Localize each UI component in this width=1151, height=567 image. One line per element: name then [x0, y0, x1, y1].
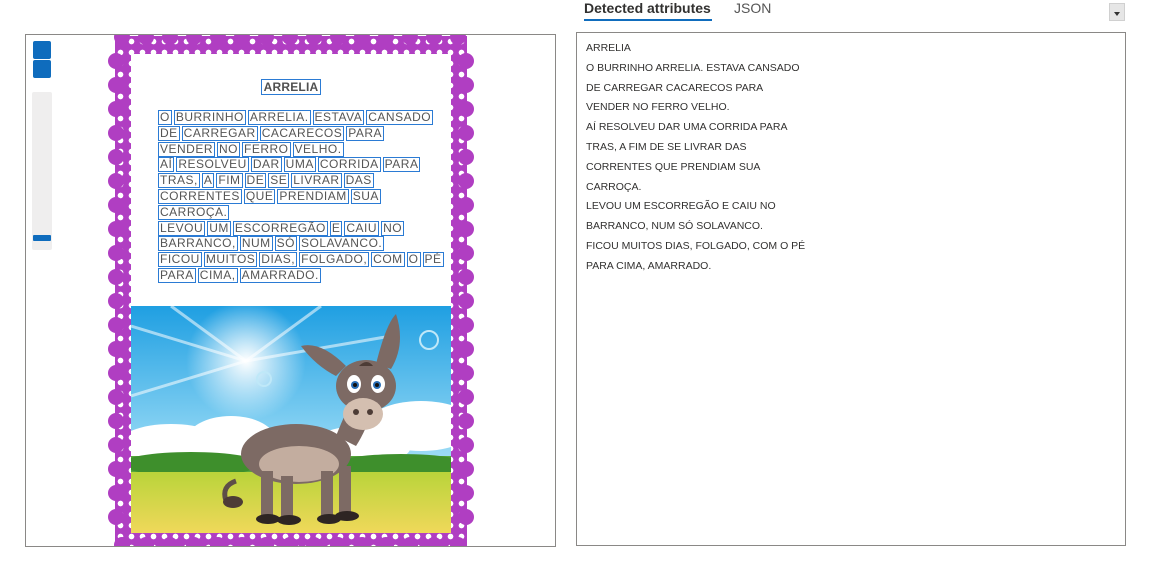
tab-detected-attributes[interactable]: Detected attributes: [584, 0, 711, 16]
detected-word-box[interactable]: FERRO: [242, 141, 291, 157]
detected-word-box[interactable]: BURRINHO: [173, 110, 246, 125]
result-text-line: TRAS, A FIM DE SE LIVRAR DAS: [586, 141, 747, 153]
detected-word-box[interactable]: MUITOS: [203, 252, 258, 268]
detected-word-box[interactable]: A: [201, 173, 215, 189]
detected-word-box[interactable]: TRAS,: [158, 173, 200, 189]
detected-line: PARA CIMA, AMARRADO.: [158, 268, 323, 283]
result-text-line: ARRELIA: [586, 42, 631, 54]
detected-word-box[interactable]: CORRIDA: [317, 157, 381, 173]
detected-word-box[interactable]: AÍ: [158, 157, 175, 173]
detected-word-box[interactable]: CARREGAR: [181, 125, 258, 141]
result-text-line: AÍ RESOLVEU DAR UMA CORRIDA PARA: [586, 121, 788, 134]
detected-word-box[interactable]: ESCORREGÃO: [232, 220, 328, 236]
detected-word-box[interactable]: VENDER: [158, 141, 216, 157]
detected-word-box[interactable]: UM: [207, 220, 231, 236]
result-text-line: O BURRINHO ARRELIA. ESTAVA CANSADO: [586, 61, 800, 74]
detected-word-box[interactable]: CANSADO: [366, 110, 434, 125]
result-text-line: VENDER NO FERRO VELHO.: [586, 101, 730, 114]
detected-word-box[interactable]: PÉ: [422, 252, 444, 268]
detected-line: FICOU MUITOS DIAS, FOLGADO, COM O PÉ: [158, 252, 446, 268]
detected-word-box[interactable]: QUE: [243, 189, 276, 204]
detected-word-box[interactable]: SÓ: [274, 236, 298, 252]
zoom-out-button[interactable]: [33, 60, 51, 78]
detected-word-box[interactable]: E: [329, 220, 343, 236]
detected-word-box[interactable]: NO: [217, 141, 241, 157]
image-viewer[interactable]: ARRELIA O BURRINHO ARRELIA. ESTAVA CANSADO DE…: [25, 34, 556, 547]
document-image: ARRELIA O BURRINHO ARRELIA. ESTAVA CANSADO DE…: [108, 35, 474, 546]
detected-word-box[interactable]: FOLGADO,: [299, 252, 370, 268]
detected-word-box[interactable]: SOLAVANCO.: [299, 236, 385, 252]
detected-line: VENDER NO FERRO VELHO.: [158, 141, 346, 157]
detected-word-box[interactable]: PRENDIAM: [277, 189, 349, 204]
result-text-line: LEVOU UM ESCORREGÃO E CAIU NO: [586, 200, 776, 213]
detected-word-box[interactable]: COM: [371, 252, 405, 268]
tab-menu-button[interactable]: [1109, 3, 1125, 21]
result-text-line: BARRANCO, NUM SÓ SOLAVANCO.: [586, 220, 763, 233]
detected-word-box[interactable]: CIMA,: [197, 268, 238, 283]
donkey-picture: [131, 306, 451, 533]
detected-word-box[interactable]: PARA: [382, 157, 421, 173]
detected-line: DE CARREGAR CACARECOS PARA: [158, 125, 386, 141]
detected-word-box[interactable]: DAS: [343, 173, 374, 189]
detected-word-box[interactable]: CARROÇA.: [158, 204, 230, 220]
detected-word-box[interactable]: SE: [268, 173, 290, 189]
detected-word-box[interactable]: PARA: [346, 125, 384, 141]
detected-word-box[interactable]: CAIU: [344, 220, 380, 236]
tab-json[interactable]: JSON: [734, 0, 771, 16]
detected-word-box[interactable]: CACARECOS: [259, 125, 345, 141]
detected-line: TRAS, A FIM DE SE LIVRAR DAS: [158, 173, 376, 189]
detected-word-box[interactable]: NO: [381, 220, 405, 236]
zoom-slider[interactable]: [32, 92, 52, 250]
detected-word-box[interactable]: LIVRAR: [291, 173, 342, 189]
detected-word-box[interactable]: DE: [158, 125, 180, 141]
detected-word-box[interactable]: CORRENTES: [158, 189, 242, 204]
detected-word-box[interactable]: O: [158, 110, 172, 125]
detected-word-box[interactable]: O: [406, 252, 421, 268]
detected-word-box[interactable]: DE: [244, 173, 267, 189]
chevron-down-icon: [1114, 12, 1120, 16]
detected-word-box[interactable]: NUM: [239, 236, 273, 252]
detected-word-box[interactable]: VELHO.: [292, 141, 344, 157]
zoom-in-button[interactable]: [33, 41, 51, 59]
detected-word-box[interactable]: PARA: [158, 268, 196, 283]
detected-word-box[interactable]: SUA: [350, 189, 381, 204]
donkey-illustration: [131, 306, 451, 533]
result-text-line: FICOU MUITOS DIAS, FOLGADO, COM O PÉ: [586, 240, 806, 252]
detected-line: O BURRINHO ARRELIA. ESTAVA CANSADO: [158, 110, 435, 125]
detected-line: BARRANCO, NUM SÓ SOLAVANCO.: [158, 236, 386, 252]
detected-word-box[interactable]: DIAS,: [259, 252, 298, 268]
detected-word-box[interactable]: RESOLVEU: [176, 157, 249, 173]
detected-line: CARROÇA.: [158, 204, 231, 220]
detected-line: LEVOU UM ESCORREGÃO E CAIU NO: [158, 220, 406, 236]
detected-word-box[interactable]: DAR: [250, 157, 282, 173]
active-tab-indicator: [584, 19, 712, 21]
detected-word-box[interactable]: ESTAVA: [312, 110, 365, 125]
detected-line: AÍ RESOLVEU DAR UMA CORRIDA PARA: [158, 157, 422, 173]
detected-word-box[interactable]: LEVOU: [158, 220, 206, 236]
result-text-line: CORRENTES QUE PRENDIAM SUA: [586, 160, 761, 173]
detected-word-box[interactable]: UMA: [283, 157, 316, 173]
result-text-line: PARA CIMA, AMARRADO.: [586, 259, 712, 272]
detected-text-panel[interactable]: ARRELIA O BURRINHO ARRELIA. ESTAVA CANSAD…: [576, 32, 1126, 546]
result-text-line: CARROÇA.: [586, 180, 642, 193]
detected-line: CORRENTES QUE PRENDIAM SUA: [158, 189, 383, 204]
detected-word-box[interactable]: FIM: [216, 173, 243, 189]
detected-word-box[interactable]: ARRELIA.: [247, 110, 311, 125]
detected-word-box[interactable]: AMARRADO.: [239, 268, 321, 283]
detected-word-box[interactable]: BARRANCO,: [158, 236, 238, 252]
result-text-line: DE CARREGAR CACARECOS PARA: [586, 81, 764, 94]
document-title: ARRELIA: [131, 79, 451, 95]
zoom-slider-thumb[interactable]: [33, 235, 51, 241]
document-text-area: ARRELIA O BURRINHO ARRELIA. ESTAVA CANSADO DE…: [131, 54, 451, 306]
detected-word-box[interactable]: FICOU: [158, 252, 202, 268]
